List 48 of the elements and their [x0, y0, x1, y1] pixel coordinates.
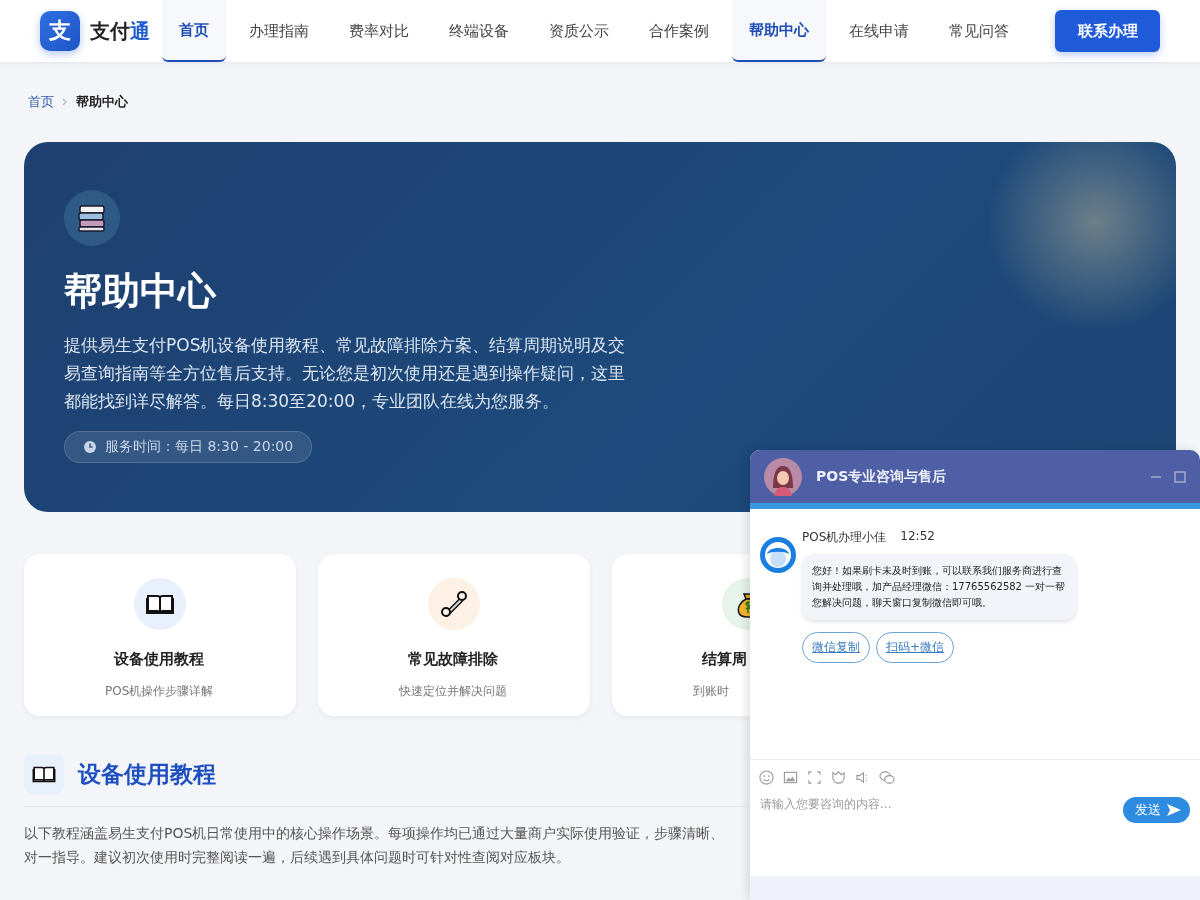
chat-title: POS专业咨询与售后 — [816, 467, 947, 486]
nav-tab[interactable]: 费率对比 — [332, 0, 426, 62]
emoji-icon[interactable] — [759, 770, 774, 785]
nav-tab[interactable]: 终端设备 — [432, 0, 526, 62]
section-text: 对一指导。建议初次使用时完整阅读一遍，后续遇到具体问题时可针对性查阅对应板块。 — [24, 848, 571, 867]
nav-tab[interactable]: 在线申请 — [832, 0, 926, 62]
clock-icon — [83, 440, 97, 454]
send-icon — [1166, 803, 1182, 817]
book-icon — [24, 754, 64, 794]
section-title: 设备使用教程 — [78, 759, 216, 789]
hero-description: 提供易生支付POS机设备使用教程、常见故障排除方案、结算周期说明及交易查询指南等全方位售后支持。无论您是初次使用还是遇到操作疑问，这里都能找到详尽解答。每日8:30至20:00，专业团队在线为您服务。 — [64, 334, 627, 413]
agent-name: POS机办理小佳 — [802, 529, 887, 546]
nav-tab[interactable]: 办理指南 — [232, 0, 326, 62]
speaker-icon[interactable] — [855, 770, 870, 785]
send-button[interactable]: 发送 — [1123, 797, 1190, 823]
nav-tab[interactable]: 帮助中心 — [732, 0, 826, 62]
message-bubble: 您好！如果刷卡未及时到账，可以联系我们服务商进行查询并处理哦，加产品经理微信：17765562582 一对一帮您解决问题，聊天窗口复制微信即可哦。 — [802, 554, 1076, 620]
book-icon — [146, 593, 174, 615]
service-hours-text: 服务时间：每日 8:30 - 20:00 — [105, 438, 294, 456]
card-title: 常见故障排除 — [408, 650, 499, 669]
nav-tab[interactable]: 常见问答 — [932, 0, 1026, 62]
logo-icon[interactable]: 支 — [40, 11, 80, 51]
wrench-icon — [440, 590, 468, 618]
message-time: 12:52 — [900, 529, 935, 545]
screenshot-icon[interactable] — [807, 770, 822, 785]
card-title: 设备使用教程 — [114, 650, 205, 669]
nav-tab[interactable]: 资质公示 — [532, 0, 626, 62]
card-title: 结算周 — [702, 650, 748, 669]
chevron-icon — [62, 98, 68, 106]
breadcrumb-current: 帮助中心 — [76, 93, 128, 111]
feature-card[interactable]: 设备使用教程 POS机操作步骤详解 — [24, 554, 296, 716]
brand-name[interactable]: 支付通 — [90, 17, 150, 45]
card-subtitle: 到账时 — [693, 683, 730, 700]
section-text: 以下教程涵盖易生支付POS机日常使用中的核心操作场景。每项操作均已通过大量商户实际使用验证，步骤清晰、 — [24, 824, 726, 843]
avatar-icon — [764, 457, 802, 496]
feature-card[interactable]: 常见故障排除 快速定位并解决问题 — [318, 554, 590, 716]
maximize-icon[interactable] — [1174, 470, 1186, 483]
avatar-icon — [760, 537, 796, 573]
wechat-icon[interactable] — [879, 770, 895, 785]
contact-button[interactable]: 联系办理 — [1055, 10, 1160, 52]
nav-tab[interactable]: 合作案例 — [632, 0, 726, 62]
breadcrumb-link[interactable]: 首页 — [28, 93, 54, 111]
card-subtitle: 快速定位并解决问题 — [399, 683, 508, 700]
nav-tab[interactable]: 首页 — [162, 0, 226, 62]
card-subtitle: POS机操作步骤详解 — [105, 683, 215, 700]
books-icon — [64, 190, 120, 246]
image-icon[interactable] — [783, 770, 798, 785]
hero-title: 帮助中心 — [64, 268, 218, 315]
